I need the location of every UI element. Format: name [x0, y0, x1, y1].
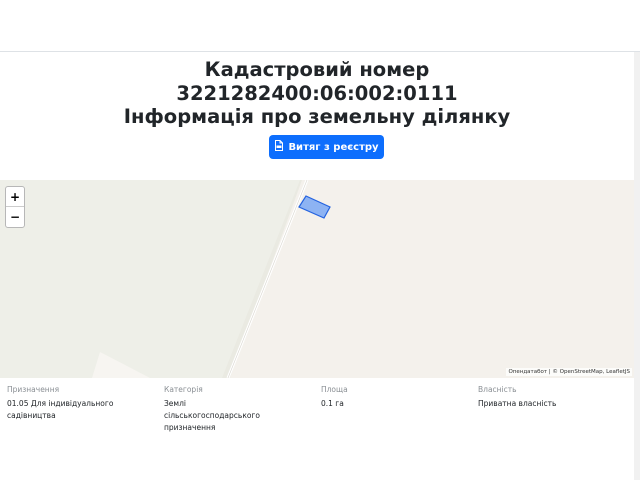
title-parcel-info: Інформація про земельну ділянку — [123, 105, 511, 128]
map-attribution: Опендатабот | © OpenStreetMap, LeafletJS — [506, 368, 632, 376]
page-content: Кадастровий номер 3221282400:06:002:0111… — [0, 52, 634, 480]
detail-value: Приватна власність — [478, 399, 557, 408]
page-scrollbar[interactable] — [634, 52, 640, 480]
map-tiles — [0, 180, 634, 378]
detail-ownership: Власність Приватна власність — [478, 384, 628, 410]
detail-area: Площа 0.1 га — [321, 384, 471, 410]
page-title: Кадастровий номер 3221282400:06:002:0111… — [0, 58, 634, 129]
parcel-map[interactable]: + − Опендатабот | © OpenStreetMap, Leafl… — [0, 180, 634, 378]
zoom-in-button[interactable]: + — [6, 187, 24, 207]
registry-extract-button[interactable]: Витяг з реєстру — [269, 135, 384, 159]
detail-value: 01.05 Для індивідуального садівництва — [7, 399, 114, 420]
zoom-out-button[interactable]: − — [6, 207, 24, 227]
detail-category: Категорія Землі сільськогосподарського п… — [164, 384, 314, 434]
detail-value: 0.1 га — [321, 399, 344, 408]
detail-value: Землі сільськогосподарського призначення — [164, 399, 260, 432]
registry-extract-label: Витяг з реєстру — [288, 141, 379, 153]
title-cadastral-number: 3221282400:06:002:0111 — [176, 81, 458, 105]
title-cadastral-label: Кадастровий номер — [204, 58, 430, 81]
file-pdf-icon — [274, 140, 284, 154]
detail-label: Категорія — [164, 385, 203, 394]
zoom-control: + − — [5, 186, 25, 228]
detail-label: Площа — [321, 385, 348, 394]
top-navbar — [0, 0, 640, 52]
detail-label: Призначення — [7, 385, 60, 394]
detail-purpose: Призначення 01.05 Для індивідуального са… — [7, 384, 157, 422]
detail-label: Власність — [478, 385, 517, 394]
